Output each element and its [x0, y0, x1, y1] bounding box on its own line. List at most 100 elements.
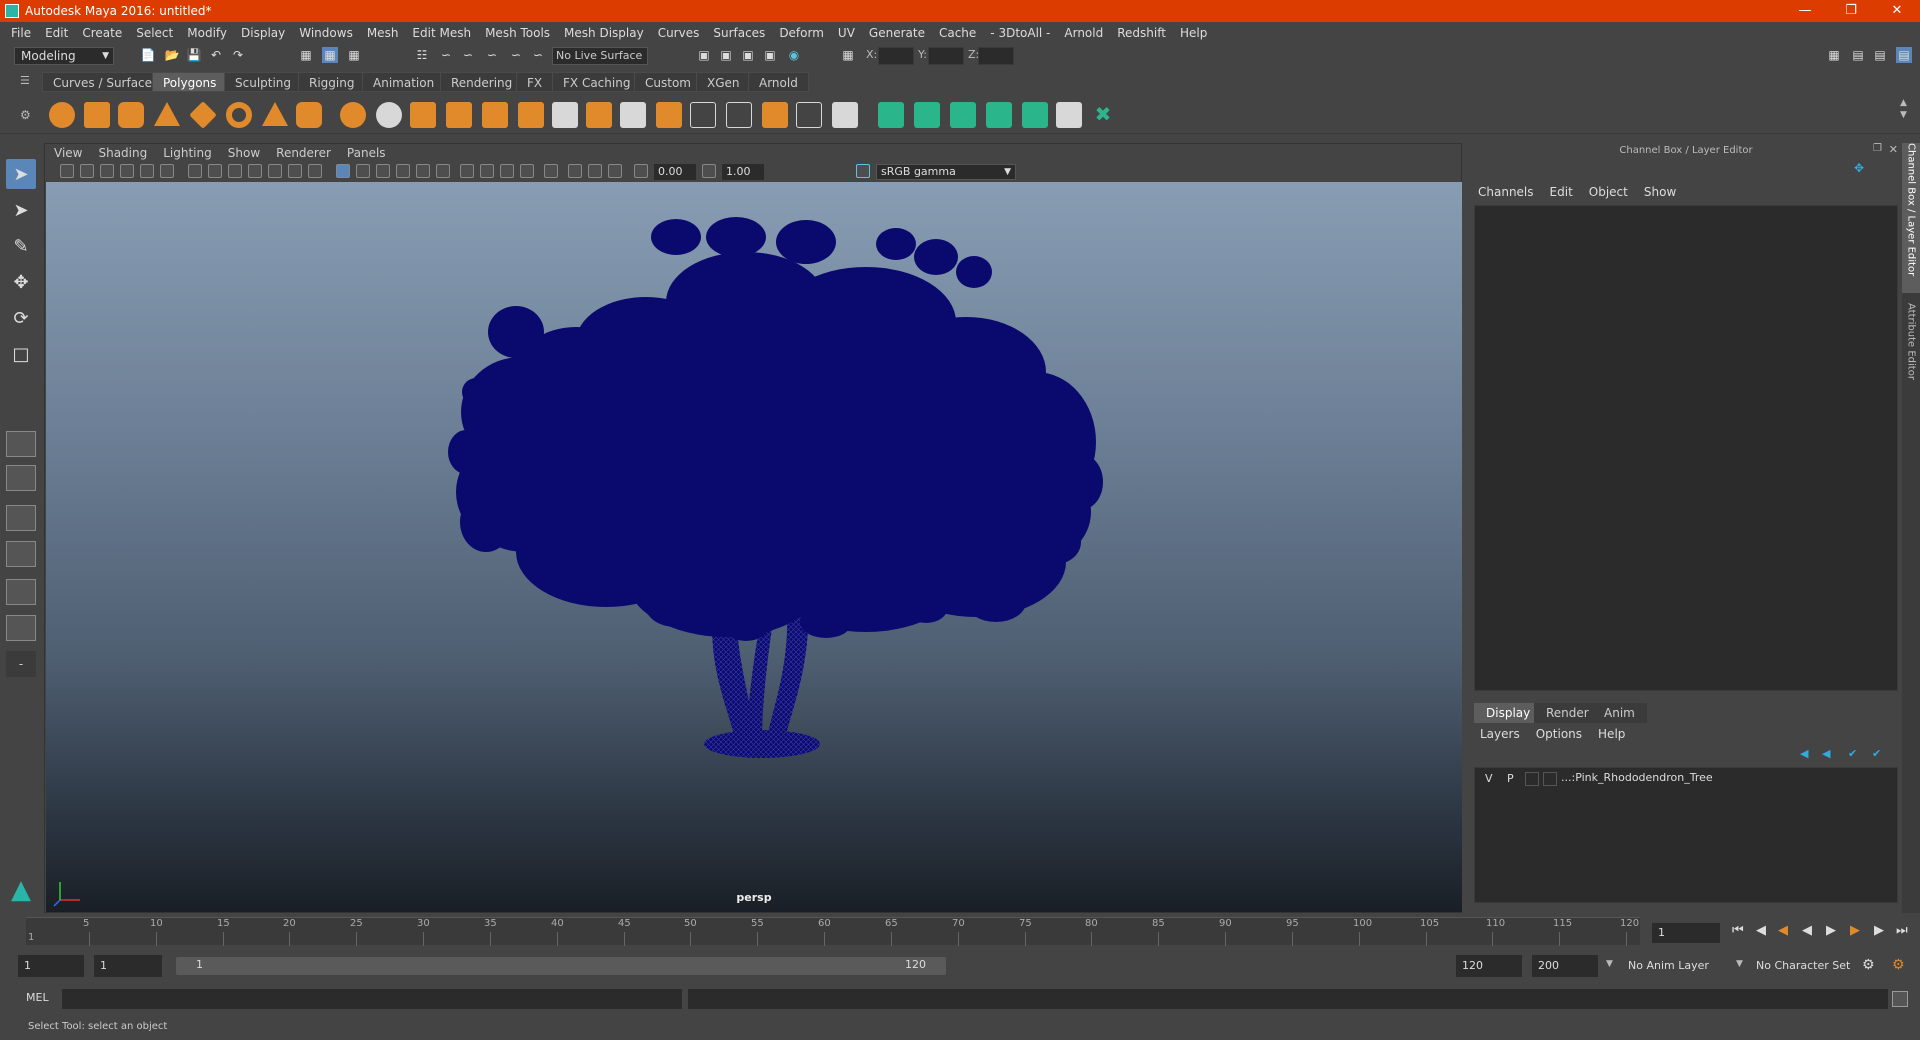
textured-icon[interactable] [396, 164, 410, 178]
resolution-gate-icon[interactable] [228, 164, 242, 178]
uv-automatic-icon[interactable] [986, 102, 1012, 128]
vp-menu-renderer[interactable]: Renderer [268, 144, 339, 162]
poly-cube-icon[interactable] [84, 102, 110, 128]
tab-channel-box-vertical[interactable]: Channel Box / Layer Editor [1902, 143, 1920, 293]
combine-icon[interactable] [340, 102, 366, 128]
menu-channel-edit[interactable]: Edit [1542, 185, 1581, 199]
save-scene-icon[interactable]: 💾 [186, 47, 202, 63]
snap-surface-icon[interactable]: ∽ [508, 47, 524, 63]
exposure-icon[interactable] [634, 164, 648, 178]
color-management-icon[interactable] [856, 164, 870, 178]
menu-edit-mesh[interactable]: Edit Mesh [405, 26, 478, 40]
playback-end-field[interactable]: 120 [1456, 955, 1522, 977]
outliner-persp-layout-icon[interactable] [6, 615, 36, 641]
bridge-icon[interactable] [552, 102, 578, 128]
auto-key-icon[interactable]: ⚙ [1862, 957, 1875, 973]
go-to-start-icon[interactable]: ⏮ [1732, 923, 1744, 938]
uv-cut-icon[interactable]: ✖ [1090, 102, 1116, 128]
maximize-button[interactable]: ❐ [1828, 0, 1874, 22]
layer-playback-toggle[interactable]: P [1507, 772, 1514, 785]
render-settings-icon[interactable]: ▣ [762, 47, 778, 63]
menu-channels[interactable]: Channels [1470, 185, 1542, 199]
mirror-icon[interactable] [762, 102, 788, 128]
wireframe-on-shaded-icon[interactable] [376, 164, 390, 178]
viewport-3d[interactable]: persp [46, 182, 1462, 912]
menu-uv[interactable]: UV [831, 26, 862, 40]
depth-of-field-icon[interactable] [520, 164, 534, 178]
tree-mesh[interactable] [46, 182, 1462, 912]
menu-set-selector[interactable]: Modeling ▼ [14, 47, 114, 65]
z-field[interactable] [978, 47, 1014, 65]
tab-rendering[interactable]: Rendering [440, 72, 524, 92]
single-perspective-layout-icon[interactable] [6, 431, 36, 457]
move-tool-icon[interactable]: ✥ [6, 267, 36, 297]
modeling-toolkit-icon[interactable]: ▦ [1826, 47, 1842, 63]
gate-mask-icon[interactable] [248, 164, 262, 178]
play-forwards-icon[interactable]: ▶ [1826, 923, 1836, 938]
shelf-scroll-down-icon[interactable]: ▼ [1900, 110, 1907, 120]
step-forward-key-icon[interactable]: ▶ [1850, 923, 1860, 938]
vp-menu-view[interactable]: View [46, 144, 90, 162]
tool-settings-icon[interactable]: ▤ [1872, 47, 1888, 63]
menu-options[interactable]: Options [1528, 727, 1590, 741]
channel-box-settings-icon[interactable]: ✥ [1854, 161, 1864, 175]
menu-create[interactable]: Create [75, 26, 129, 40]
image-plane-icon[interactable] [120, 164, 134, 178]
script-language-label[interactable]: MEL [26, 991, 49, 1004]
vp-menu-shading[interactable]: Shading [90, 144, 155, 162]
animation-start-field[interactable]: 1 [18, 955, 84, 977]
layer-name[interactable]: ...:Pink_Rhododendron_Tree [1561, 771, 1713, 784]
menu-channel-object[interactable]: Object [1581, 185, 1636, 199]
play-backwards-icon[interactable]: ◀ [1802, 923, 1812, 938]
menu-channel-show[interactable]: Show [1636, 185, 1684, 199]
menu-deform[interactable]: Deform [772, 26, 831, 40]
snap-point-icon[interactable]: ∽ [460, 47, 476, 63]
tab-rigging[interactable]: Rigging [298, 72, 366, 92]
uv-checker-icon[interactable] [1056, 102, 1082, 128]
menu-edit[interactable]: Edit [38, 26, 75, 40]
lasso-tool-icon[interactable]: ➤ [6, 195, 36, 225]
tab-polygons[interactable]: Polygons [152, 72, 228, 92]
close-panel-icon[interactable]: ✕ [1889, 143, 1898, 156]
tab-curves-surfaces[interactable]: Curves / Surfaces [42, 72, 170, 92]
gamma-icon[interactable] [702, 164, 716, 178]
snap-view-icon[interactable]: ∽ [484, 47, 500, 63]
new-scene-icon[interactable]: 📄 [140, 47, 156, 63]
uv-spherical-icon[interactable] [950, 102, 976, 128]
grease-pencil-icon[interactable] [160, 164, 174, 178]
shelf-settings-icon[interactable]: ⚙ [20, 108, 31, 122]
close-button[interactable]: ✕ [1874, 0, 1920, 22]
film-gate-icon[interactable] [208, 164, 222, 178]
ipr-render-icon[interactable]: ▣ [740, 47, 756, 63]
character-set-select[interactable]: No Character Set [1750, 955, 1864, 977]
separate-icon[interactable] [376, 102, 402, 128]
select-tool-icon[interactable]: ➤ [6, 159, 36, 189]
new-layer-selected-icon[interactable]: ✔ [1872, 747, 1881, 760]
current-frame-field[interactable]: 1 [1652, 923, 1720, 943]
snap-curve-icon[interactable]: ∽ [438, 47, 454, 63]
select-hierarchy-icon[interactable]: ▦ [298, 47, 314, 63]
field-chart-icon[interactable] [268, 164, 282, 178]
merge-icon[interactable] [656, 102, 682, 128]
camera-select-icon[interactable] [60, 164, 74, 178]
gamma-field[interactable]: 1.00 [722, 164, 764, 180]
smooth-shade-icon[interactable] [356, 164, 370, 178]
extract-icon[interactable] [410, 102, 436, 128]
minimize-button[interactable]: — [1782, 0, 1828, 22]
uv-unfold-icon[interactable] [1022, 102, 1048, 128]
redo-icon[interactable]: ↷ [230, 47, 246, 63]
tab-fx[interactable]: FX [516, 72, 554, 92]
camera-attributes-icon[interactable] [80, 164, 94, 178]
tab-custom[interactable]: Custom [634, 72, 702, 92]
hypershade-icon[interactable]: ◉ [786, 47, 802, 63]
xray-icon[interactable] [568, 164, 582, 178]
new-layer-icon[interactable]: ✔ [1848, 747, 1857, 760]
layer-move-up-icon[interactable]: ◀ [1800, 747, 1808, 760]
xray-active-icon[interactable] [588, 164, 602, 178]
animation-end-field[interactable]: 200 [1532, 955, 1598, 977]
menu-3dtoall[interactable]: - 3DtoAll - [983, 26, 1057, 40]
tab-fx-caching[interactable]: FX Caching [552, 72, 642, 92]
menu-windows[interactable]: Windows [292, 26, 360, 40]
layer-visibility-toggle[interactable]: V [1485, 772, 1493, 785]
poly-pipe-icon[interactable] [296, 102, 322, 128]
